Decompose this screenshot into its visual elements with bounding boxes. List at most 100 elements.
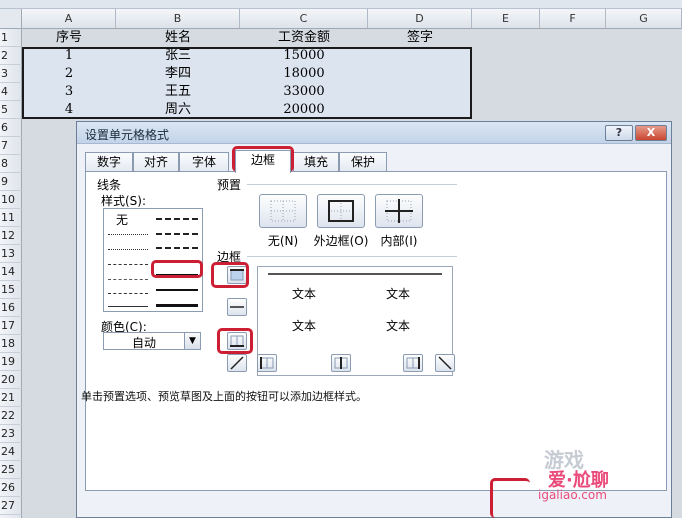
row-header[interactable]: 18: [0, 335, 22, 353]
row-header[interactable]: 20: [0, 371, 22, 389]
row-header[interactable]: 15: [0, 281, 22, 299]
tab-font[interactable]: 字体: [179, 152, 229, 172]
row-header[interactable]: 21: [0, 389, 22, 407]
dialog-titlebar[interactable]: 设置单元格格式 ? X: [77, 122, 671, 144]
row-header[interactable]: 11: [0, 209, 22, 227]
preset-inside-label: 内部(I): [380, 234, 418, 248]
header-cell-signature[interactable]: 签字: [368, 29, 472, 47]
tab-fill[interactable]: 填充: [293, 152, 339, 172]
cell-b3[interactable]: 李四: [116, 65, 240, 83]
preset-none-button[interactable]: [259, 194, 307, 228]
color-select[interactable]: 自动 ▼: [103, 332, 201, 350]
preview-text-2: 文本: [386, 287, 411, 301]
row-header[interactable]: 13: [0, 245, 22, 263]
cell-b5[interactable]: 周六: [116, 101, 240, 119]
row-header[interactable]: 14: [0, 263, 22, 281]
ribbon-strip: [0, 0, 682, 9]
row-header[interactable]: 22: [0, 407, 22, 425]
border-left-button[interactable]: [257, 354, 277, 372]
cell-c2[interactable]: 15000: [240, 47, 368, 65]
border-none-icon: [270, 200, 296, 222]
row-header[interactable]: 12: [0, 227, 22, 245]
preview-text-1: 文本: [292, 287, 317, 301]
preset-outline-button[interactable]: [317, 194, 365, 228]
border-diagonal-up-button[interactable]: [227, 354, 247, 372]
column-header-d[interactable]: D: [368, 9, 472, 29]
row-header[interactable]: 3: [0, 65, 22, 83]
style-none-option[interactable]: 无: [116, 211, 128, 228]
row-header[interactable]: 7: [0, 137, 22, 155]
border-diagonal-down-button[interactable]: [435, 354, 455, 372]
diagonal-down-icon: [438, 356, 452, 370]
column-header-b[interactable]: B: [116, 9, 240, 29]
highlight-bottom-border: [217, 328, 253, 354]
highlight-line-style: [151, 260, 203, 278]
header-cell-name[interactable]: 姓名: [116, 29, 240, 47]
row-header[interactable]: 5: [0, 101, 22, 119]
preset-none-label: 无(N): [267, 234, 299, 248]
tab-number[interactable]: 数字: [85, 152, 133, 172]
diagonal-up-icon: [230, 356, 244, 370]
row-header[interactable]: 4: [0, 83, 22, 101]
cell-c4[interactable]: 33000: [240, 83, 368, 101]
header-cell-salary[interactable]: 工资金额: [240, 29, 368, 47]
help-button[interactable]: ?: [605, 125, 633, 141]
cell-a4[interactable]: 3: [22, 83, 116, 101]
row-header[interactable]: 19: [0, 353, 22, 371]
border-preview[interactable]: 文本 文本 文本 文本: [257, 266, 453, 376]
preset-inside-button[interactable]: [375, 194, 423, 228]
row-header[interactable]: 23: [0, 425, 22, 443]
watermark-line-3: igaliao.com: [538, 488, 607, 502]
row-header[interactable]: 10: [0, 191, 22, 209]
row-header[interactable]: 17: [0, 317, 22, 335]
border-left-icon: [260, 357, 274, 369]
row-header[interactable]: 16: [0, 299, 22, 317]
highlight-top-border: [211, 262, 249, 288]
color-select-value: 自动: [131, 336, 156, 350]
preview-text-3: 文本: [292, 319, 317, 333]
tab-protection[interactable]: 保护: [339, 152, 387, 172]
preset-section-label: 预置: [217, 178, 242, 192]
dialog-title: 设置单元格格式: [85, 128, 170, 142]
column-header-a[interactable]: A: [22, 9, 116, 29]
style-label: 样式(S):: [101, 194, 147, 208]
border-right-button[interactable]: [403, 354, 423, 372]
close-button[interactable]: X: [635, 125, 667, 141]
row-header[interactable]: 27: [0, 497, 22, 515]
row-header[interactable]: 24: [0, 443, 22, 461]
border-outline-icon: [328, 200, 354, 222]
cell-a5[interactable]: 4: [22, 101, 116, 119]
cell-b4[interactable]: 王五: [116, 83, 240, 101]
dropdown-arrow-icon[interactable]: ▼: [184, 333, 200, 349]
border-middle-vertical-button[interactable]: [331, 354, 351, 372]
border-middle-horizontal-button[interactable]: [227, 298, 247, 316]
row-header[interactable]: 2: [0, 47, 22, 65]
line-section-label: 线条: [97, 178, 122, 192]
tab-alignment[interactable]: 对齐: [133, 152, 179, 172]
row-header[interactable]: 8: [0, 155, 22, 173]
row-header[interactable]: 9: [0, 173, 22, 191]
column-header-g[interactable]: G: [606, 9, 682, 29]
row-header[interactable]: 6: [0, 119, 22, 137]
header-cell-index[interactable]: 序号: [22, 29, 116, 47]
border-right-icon: [406, 357, 420, 369]
column-header-c[interactable]: C: [240, 9, 368, 29]
row-header[interactable]: 26: [0, 479, 22, 497]
row-header[interactable]: 25: [0, 461, 22, 479]
preset-outline-label: 外边框(O): [313, 234, 369, 248]
cell-a2[interactable]: 1: [22, 47, 116, 65]
tab-border[interactable]: 边框: [235, 150, 291, 173]
cell-b2[interactable]: 张三: [116, 47, 240, 65]
row-header[interactable]: 1: [0, 29, 22, 47]
border-horizontal-icon: [230, 306, 244, 308]
cell-c3[interactable]: 18000: [240, 65, 368, 83]
cell-a3[interactable]: 2: [22, 65, 116, 83]
hint-text: 单击预置选项、预览草图及上面的按钮可以添加边框样式。: [81, 390, 367, 403]
column-header-e[interactable]: E: [472, 9, 540, 29]
border-vertical-icon: [334, 357, 348, 369]
border-inside-icon: [385, 199, 413, 223]
select-all-corner[interactable]: [0, 9, 22, 29]
cell-c5[interactable]: 20000: [240, 101, 368, 119]
watermark: 游戏 爱·尬聊 igaliao.com: [520, 426, 680, 518]
column-header-f[interactable]: F: [540, 9, 606, 29]
